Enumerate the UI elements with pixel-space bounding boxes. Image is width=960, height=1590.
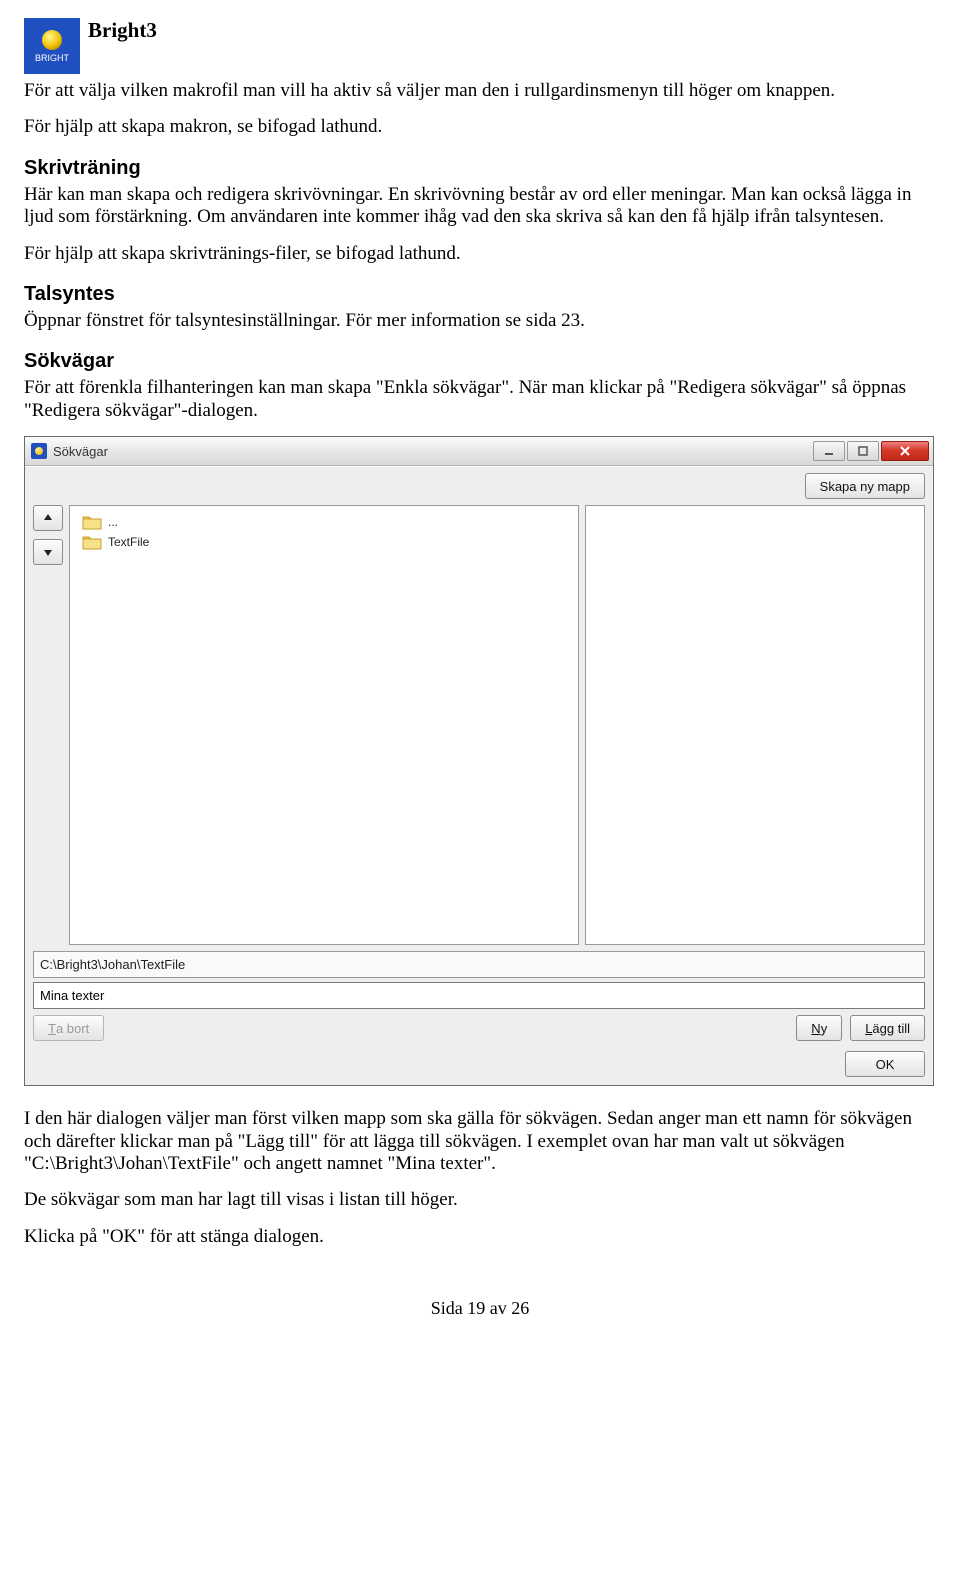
app-icon	[31, 443, 47, 459]
page-title: Bright3	[88, 18, 157, 43]
paragraph-after-1: I den här dialogen väljer man först vilk…	[24, 1108, 936, 1175]
path-display: C:\Bright3\Johan\TextFile	[33, 951, 925, 978]
lagg-till-button[interactable]: Lägg till	[850, 1015, 925, 1041]
tree-item-label: ...	[108, 515, 118, 529]
paragraph-talsyntes: Öppnar fönstret för talsyntesinställning…	[24, 310, 936, 332]
dialog-titlebar[interactable]: Sökvägar	[25, 437, 933, 466]
paragraph-sokvagar: För att förenkla filhanteringen kan man …	[24, 377, 936, 422]
arrow-up-icon	[42, 512, 54, 524]
heading-sokvagar: Sökvägar	[24, 350, 936, 373]
new-folder-button[interactable]: Skapa ny mapp	[805, 473, 925, 499]
heading-skrivtraning: Skrivträning	[24, 157, 936, 180]
dialog-title: Sökvägar	[53, 444, 813, 459]
page-header: BRIGHT Bright3	[24, 18, 936, 74]
paragraph-skriv: Här kan man skapa och redigera skrivövni…	[24, 184, 936, 229]
logo-caption: BRIGHT	[35, 53, 69, 63]
bright-logo: BRIGHT	[24, 18, 80, 74]
paragraph-skriv-help: För hjälp att skapa skrivtränings-filer,…	[24, 243, 936, 265]
sokvagar-dialog: Sökvägar Skapa ny mapp	[24, 436, 934, 1086]
minimize-button[interactable]	[813, 441, 845, 461]
close-button[interactable]	[881, 441, 929, 461]
folder-icon	[82, 534, 102, 550]
move-up-button[interactable]	[33, 505, 63, 531]
paragraph-intro-2: För hjälp att skapa makron, se bifogad l…	[24, 116, 936, 138]
ny-button[interactable]: Ny	[796, 1015, 842, 1041]
arrow-down-icon	[42, 546, 54, 558]
remove-button[interactable]: Ta bort	[33, 1015, 104, 1041]
move-down-button[interactable]	[33, 539, 63, 565]
tree-item-parent[interactable]: ...	[74, 512, 574, 532]
ok-button[interactable]: OK	[845, 1051, 925, 1077]
heading-talsyntes: Talsyntes	[24, 283, 936, 306]
bulb-icon	[42, 30, 62, 50]
tree-item-label: TextFile	[108, 535, 149, 549]
paragraph-intro-1: För att välja vilken makrofil man vill h…	[24, 80, 936, 102]
paragraph-after-3: Klicka på "OK" för att stänga dialogen.	[24, 1226, 936, 1248]
maximize-button[interactable]	[847, 441, 879, 461]
folder-icon	[82, 514, 102, 530]
paragraph-after-2: De sökvägar som man har lagt till visas …	[24, 1189, 936, 1211]
tree-item-textfile[interactable]: TextFile	[74, 532, 574, 552]
page-footer: Sida 19 av 26	[24, 1298, 936, 1319]
name-input[interactable]	[33, 982, 925, 1009]
folder-tree[interactable]: ... TextFile	[69, 505, 579, 945]
sokvagar-list[interactable]	[585, 505, 925, 945]
